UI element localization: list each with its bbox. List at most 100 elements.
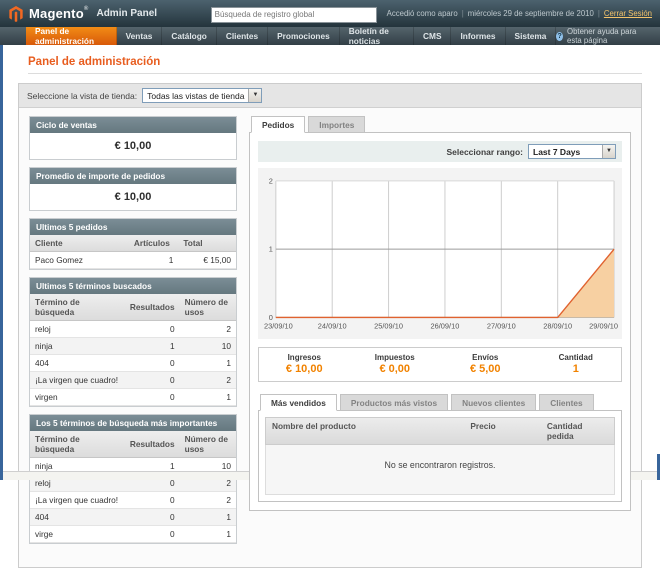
- svg-text:29/09/10: 29/09/10: [589, 321, 618, 330]
- col-header: Cantidad pedida: [541, 418, 614, 444]
- average-orders-title: Promedio de importe de pedidos: [30, 168, 236, 184]
- global-search: [211, 4, 377, 23]
- top-search-terms-title: Los 5 términos de búsqueda más important…: [30, 415, 236, 431]
- svg-text:25/09/10: 25/09/10: [374, 321, 403, 330]
- table-row[interactable]: ¡La virgen que cuadro! 0 2: [30, 372, 236, 389]
- svg-text:28/09/10: 28/09/10: [543, 321, 572, 330]
- header-separator: |: [462, 9, 464, 18]
- last-search-terms-title: Ultimos 5 términos buscados: [30, 278, 236, 294]
- last-orders-title: Ultimos 5 pedidos: [30, 219, 236, 235]
- col-header: Nombre del producto: [266, 418, 464, 444]
- nav-item-clientes[interactable]: Clientes: [217, 27, 268, 45]
- products-tabs: Más vendidos Productos más vistos Nuevos…: [258, 394, 622, 410]
- col-header: Término de búsqueda: [30, 431, 125, 458]
- header-user-info: Accedió como aparo | miércoles 29 de sep…: [387, 9, 652, 18]
- table-row[interactable]: reloj 0 2: [30, 321, 236, 338]
- dashboard-right-column: Pedidos Importes Seleccionar rango: Last…: [249, 116, 631, 551]
- dashboard-container: Seleccione la vista de tienda: Todas las…: [18, 83, 642, 568]
- chart-tabs: Pedidos Importes: [249, 116, 631, 132]
- orders-chart-panel: Seleccionar rango: Last 7 Days ▼ 01223/0…: [249, 132, 631, 511]
- col-header: Resultados: [125, 431, 180, 458]
- svg-text:2: 2: [269, 176, 273, 185]
- tab-productos-mas-vistos[interactable]: Productos más vistos: [340, 394, 448, 411]
- tab-pedidos[interactable]: Pedidos: [251, 116, 305, 133]
- nav-item-informes[interactable]: Informes: [451, 27, 505, 45]
- average-orders-value: € 10,00: [30, 184, 236, 210]
- table-row[interactable]: ¡La virgen que cuadro! 0 2: [30, 492, 236, 509]
- store-view-label: Seleccione la vista de tienda:: [27, 91, 137, 101]
- last-orders-box: Ultimos 5 pedidos Cliente Artículos Tota…: [29, 218, 237, 270]
- table-row[interactable]: Paco Gomez 1 € 15,00: [30, 252, 236, 269]
- magento-logo: Magento® Admin Panel: [8, 6, 157, 22]
- lifetime-sales-title: Ciclo de ventas: [30, 117, 236, 133]
- range-select[interactable]: Last 7 Days ▼: [528, 144, 616, 159]
- title-divider: [28, 73, 642, 74]
- svg-text:27/09/10: 27/09/10: [487, 321, 516, 330]
- lifetime-sales-box: Ciclo de ventas € 10,00: [29, 116, 237, 160]
- store-view-bar: Seleccione la vista de tienda: Todas las…: [19, 84, 641, 108]
- logout-link[interactable]: Cerrar Sesión: [604, 9, 652, 18]
- table-row[interactable]: 404 0 1: [30, 355, 236, 372]
- svg-text:1: 1: [269, 245, 273, 254]
- tab-mas-vendidos[interactable]: Más vendidos: [260, 394, 337, 411]
- last-search-terms-table: Término de búsqueda Resultados Número de…: [30, 294, 236, 406]
- totals-row: Ingresos € 10,00 Impuestos € 0,00 Envíos…: [258, 347, 622, 382]
- get-help-link[interactable]: ? Obtener ayuda para esta página: [556, 27, 660, 45]
- col-header: Cliente: [30, 235, 129, 252]
- table-row[interactable]: 404 0 1: [30, 509, 236, 526]
- svg-text:26/09/10: 26/09/10: [431, 321, 460, 330]
- range-bar: Seleccionar rango: Last 7 Days ▼: [258, 141, 622, 162]
- tab-nuevos-clientes[interactable]: Nuevos clientes: [451, 394, 536, 411]
- logo-text: Magento®: [29, 6, 88, 21]
- nav-item-dashboard[interactable]: Panel de administración: [26, 27, 117, 45]
- dashboard-left-column: Ciclo de ventas € 10,00 Promedio de impo…: [29, 116, 237, 551]
- global-search-input[interactable]: [211, 7, 377, 23]
- lifetime-sales-value: € 10,00: [30, 133, 236, 159]
- products-table-header: Nombre del producto Precio Cantidad pedi…: [265, 417, 615, 445]
- nav-item-sistema[interactable]: Sistema: [506, 27, 557, 45]
- chevron-down-icon: ▼: [248, 89, 261, 102]
- chart-strip: 01223/09/1024/09/1025/09/1026/09/1027/09…: [258, 168, 622, 339]
- top-search-terms-table: Término de búsqueda Resultados Número de…: [30, 431, 236, 543]
- page-title: Panel de administración: [28, 56, 642, 68]
- nav-item-boletin[interactable]: Boletín de noticias: [340, 27, 414, 45]
- store-view-select[interactable]: Todas las vistas de tienda ▼: [142, 88, 262, 103]
- sales-chart: 01223/09/1024/09/1025/09/1026/09/1027/09…: [260, 173, 620, 339]
- top-header: Magento® Admin Panel Accedió como aparo …: [0, 0, 660, 27]
- table-row[interactable]: ninja 1 10: [30, 338, 236, 355]
- col-header: Término de búsqueda: [30, 294, 125, 321]
- col-header: Total: [178, 235, 236, 252]
- tab-clientes[interactable]: Clientes: [539, 394, 593, 411]
- svg-text:23/09/10: 23/09/10: [264, 321, 293, 330]
- table-row[interactable]: virge 0 1: [30, 526, 236, 543]
- col-header: Artículos: [129, 235, 178, 252]
- col-header: Número de usos: [180, 294, 236, 321]
- header-date: miércoles 29 de septiembre de 2010: [468, 9, 594, 18]
- last-search-terms-box: Ultimos 5 términos buscados Término de b…: [29, 277, 237, 407]
- empty-records-message: No se encontraron registros.: [265, 445, 615, 495]
- logo-trademark: ®: [84, 6, 89, 12]
- range-label: Seleccionar rango:: [446, 147, 523, 157]
- total-envios: Envíos € 5,00: [440, 348, 531, 381]
- nav-item-catalogo[interactable]: Catálogo: [162, 27, 217, 45]
- average-orders-box: Promedio de importe de pedidos € 10,00: [29, 167, 237, 211]
- logged-in-as: Accedió como aparo: [387, 9, 458, 18]
- total-impuestos: Impuestos € 0,00: [350, 348, 441, 381]
- tab-importes[interactable]: Importes: [308, 116, 365, 133]
- help-icon: ?: [556, 32, 563, 41]
- nav-item-ventas[interactable]: Ventas: [117, 27, 163, 45]
- header-separator: |: [598, 9, 600, 18]
- col-header: Resultados: [125, 294, 180, 321]
- logo-suffix: Admin Panel: [96, 8, 157, 19]
- col-header: Número de usos: [180, 431, 236, 458]
- last-orders-table: Cliente Artículos Total Paco Gomez 1 € 1…: [30, 235, 236, 269]
- main-nav: Panel de administración Ventas Catálogo …: [0, 27, 660, 45]
- magento-logo-icon: [8, 6, 24, 22]
- table-row[interactable]: virgen 0 1: [30, 389, 236, 406]
- col-header: Precio: [464, 418, 541, 444]
- chevron-down-icon: ▼: [602, 145, 615, 158]
- nav-item-cms[interactable]: CMS: [414, 27, 451, 45]
- nav-item-promociones[interactable]: Promociones: [268, 27, 340, 45]
- get-help-label: Obtener ayuda para esta página: [567, 27, 650, 45]
- products-panel: Nombre del producto Precio Cantidad pedi…: [258, 410, 622, 502]
